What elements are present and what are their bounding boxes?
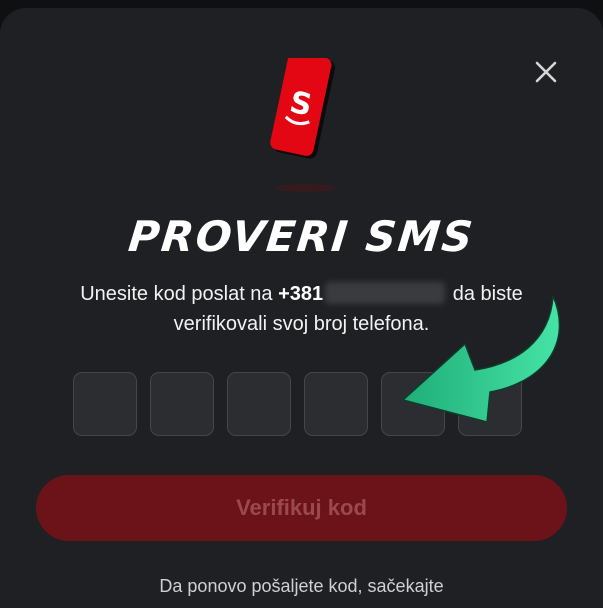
arrow-pointer-icon: [401, 295, 561, 423]
page-title: PROVERI SMS: [126, 212, 477, 261]
code-digit-input-1[interactable]: [73, 372, 137, 436]
close-button[interactable]: [530, 56, 562, 88]
resend-code-footer: Da ponovo pošaljete kod, sačekajte: [159, 576, 444, 596]
code-digit-input-4[interactable]: [304, 372, 368, 436]
description-prefix: Unesite kod poslat na: [80, 283, 273, 305]
phone-prefix: +381: [278, 283, 324, 305]
verify-code-button[interactable]: Verifikuj kod: [36, 475, 567, 541]
code-digit-input-2[interactable]: [150, 372, 214, 436]
close-icon: [535, 61, 557, 83]
phone-sms-icon: S: [262, 51, 342, 198]
code-digit-input-3[interactable]: [227, 372, 291, 436]
